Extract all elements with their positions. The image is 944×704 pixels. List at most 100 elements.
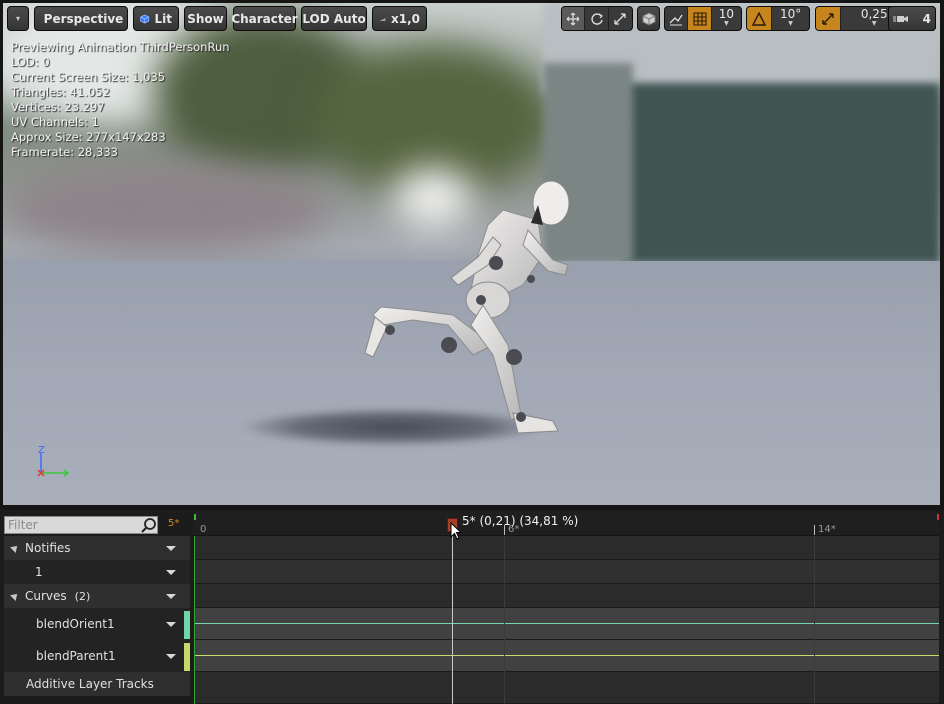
curve2-lane[interactable] bbox=[194, 640, 939, 672]
ruler-tick-end: 14* bbox=[818, 524, 836, 535]
chevron-down-icon: ▾ bbox=[15, 14, 20, 23]
rotation-snap-group: 10° ▼ bbox=[746, 6, 810, 31]
lit-label: Lit bbox=[154, 11, 173, 26]
notify-1-lane[interactable] bbox=[194, 560, 939, 584]
lod-button[interactable]: LOD Auto bbox=[301, 6, 367, 31]
stat-screen-size: Current Screen Size: 1,035 bbox=[11, 70, 166, 84]
playhead-label: 5* (0,21) (34,81 %) bbox=[462, 514, 579, 528]
axis-z-label: Z bbox=[38, 445, 45, 456]
camera-speed-button-wrap[interactable]: 4 bbox=[888, 6, 936, 31]
curve1-lane[interactable] bbox=[194, 608, 939, 640]
curve2-line bbox=[194, 655, 939, 656]
grid-snap-toggle[interactable] bbox=[688, 7, 712, 30]
character-mannequin bbox=[364, 180, 570, 434]
chevron-down-icon: ▼ bbox=[724, 19, 729, 27]
track-filter[interactable] bbox=[4, 516, 158, 534]
stat-uv-channels: UV Channels: 1 bbox=[11, 115, 99, 129]
curve-track-blendparent1[interactable]: blendParent1 bbox=[4, 640, 190, 672]
grid-snap-dropdown[interactable]: 10 ▼ bbox=[712, 7, 741, 30]
curves-lane bbox=[194, 584, 939, 608]
curve1-line bbox=[194, 623, 939, 624]
notifies-lane bbox=[194, 536, 939, 560]
curve1-dropdown-icon[interactable] bbox=[166, 621, 176, 627]
grid-snap-value: 10 bbox=[718, 6, 735, 21]
notifies-track-header[interactable]: Notifies bbox=[4, 536, 190, 560]
filter-input[interactable] bbox=[5, 517, 157, 533]
curves-dropdown-icon[interactable] bbox=[166, 593, 176, 599]
perspective-button[interactable]: Perspective bbox=[34, 6, 128, 31]
rotate-tool-button[interactable] bbox=[585, 7, 609, 30]
preview-viewport[interactable]: Previewing Animation ThirdPersonRun LOD:… bbox=[3, 3, 940, 505]
transform-tools-group bbox=[561, 6, 633, 31]
show-button[interactable]: Show bbox=[184, 6, 227, 31]
additive-label: Additive Layer Tracks bbox=[26, 677, 154, 691]
playhead-line[interactable] bbox=[452, 518, 453, 704]
curve-track-blendorient1[interactable]: blendOrient1 bbox=[4, 608, 190, 640]
grid-line bbox=[504, 536, 505, 704]
search-icon[interactable] bbox=[139, 516, 159, 534]
notify-track-dropdown-icon[interactable] bbox=[166, 569, 176, 575]
stat-framerate: Framerate: 28,333 bbox=[11, 145, 118, 159]
curve1-color-swatch bbox=[184, 611, 190, 639]
notify-track-label: 1 bbox=[35, 565, 43, 579]
scale-snap-toggle[interactable] bbox=[816, 7, 842, 30]
start-range-marker bbox=[194, 514, 196, 520]
notifies-dropdown-icon[interactable] bbox=[166, 545, 176, 551]
animation-timeline-panel: 5* Notifies 1 Curves (2) blendOrient1 bl… bbox=[0, 510, 944, 704]
rotation-snap-dropdown[interactable]: 10° ▼ bbox=[772, 7, 809, 30]
scale-snap-icon bbox=[822, 12, 834, 25]
show-label: Show bbox=[187, 11, 224, 26]
cube-icon bbox=[642, 11, 655, 26]
curve2-color-swatch bbox=[184, 643, 190, 671]
scale-icon bbox=[614, 12, 626, 25]
character-button[interactable]: Character bbox=[231, 6, 298, 31]
end-range-marker bbox=[937, 514, 939, 520]
building-windows bbox=[623, 83, 940, 263]
camera-speed-icon bbox=[893, 15, 908, 22]
scale-tool-button[interactable] bbox=[609, 7, 632, 30]
additive-layer-tracks-header[interactable]: Additive Layer Tracks bbox=[4, 672, 190, 696]
translate-tool-button[interactable] bbox=[562, 7, 586, 30]
local-world-toggle[interactable] bbox=[637, 6, 660, 31]
perspective-label: Perspective bbox=[43, 11, 124, 26]
stat-vertices: Vertices: 23.297 bbox=[11, 100, 105, 114]
rotation-snap-toggle[interactable] bbox=[747, 7, 773, 30]
lit-button[interactable]: Lit bbox=[133, 6, 179, 31]
grid-line bbox=[814, 536, 815, 704]
rotation-snap-value: 10° bbox=[779, 6, 802, 21]
curves-track-header[interactable]: Curves (2) bbox=[4, 584, 190, 608]
ruler-tickline bbox=[814, 525, 815, 535]
camera-speed-value-display: 4 bbox=[922, 11, 931, 26]
surface-snap-button[interactable] bbox=[665, 7, 689, 30]
chevron-down-icon: ▼ bbox=[788, 19, 793, 27]
playback-speed-button[interactable]: x1,0 bbox=[372, 6, 427, 31]
curves-count: (2) bbox=[74, 589, 91, 603]
stat-approx-size: Approx Size: 277x147x283 bbox=[11, 130, 166, 144]
grid-snap-group: 10 ▼ bbox=[664, 6, 742, 31]
curve2-label: blendParent1 bbox=[36, 649, 116, 663]
stat-previewing: Previewing Animation ThirdPersonRun bbox=[11, 40, 230, 54]
notifies-label: Notifies bbox=[25, 541, 71, 555]
axes-gizmo: Z bbox=[37, 445, 70, 477]
stat-triangles: Triangles: 41.052 bbox=[11, 85, 110, 99]
rotate-icon bbox=[590, 12, 603, 25]
timeline-track-area[interactable]: 0 6* 14* 5* (0,21) (34,81 %) bbox=[194, 512, 939, 704]
notify-track-1[interactable]: 1 bbox=[4, 560, 190, 584]
current-frame-marker: 5* bbox=[168, 518, 180, 529]
collapse-triangle-icon[interactable] bbox=[10, 591, 20, 601]
curve1-label: blendOrient1 bbox=[36, 617, 115, 631]
chevron-down-icon: ▼ bbox=[871, 19, 877, 27]
mouse-cursor-icon bbox=[450, 522, 463, 540]
curves-label: Curves bbox=[25, 589, 67, 603]
speed-icon bbox=[379, 17, 386, 21]
additive-lane bbox=[194, 672, 939, 704]
surface-snap-icon bbox=[669, 14, 683, 25]
scale-snap-value: 0,25 bbox=[860, 6, 888, 21]
viewport-options-button[interactable]: ▾ bbox=[7, 6, 29, 31]
ruler-tick-start: 0 bbox=[200, 524, 207, 535]
start-frame-line bbox=[194, 536, 195, 704]
grid-icon bbox=[693, 11, 707, 26]
curve2-dropdown-icon[interactable] bbox=[166, 653, 176, 659]
lod-label: LOD Auto bbox=[302, 11, 366, 26]
collapse-triangle-icon[interactable] bbox=[10, 543, 20, 553]
